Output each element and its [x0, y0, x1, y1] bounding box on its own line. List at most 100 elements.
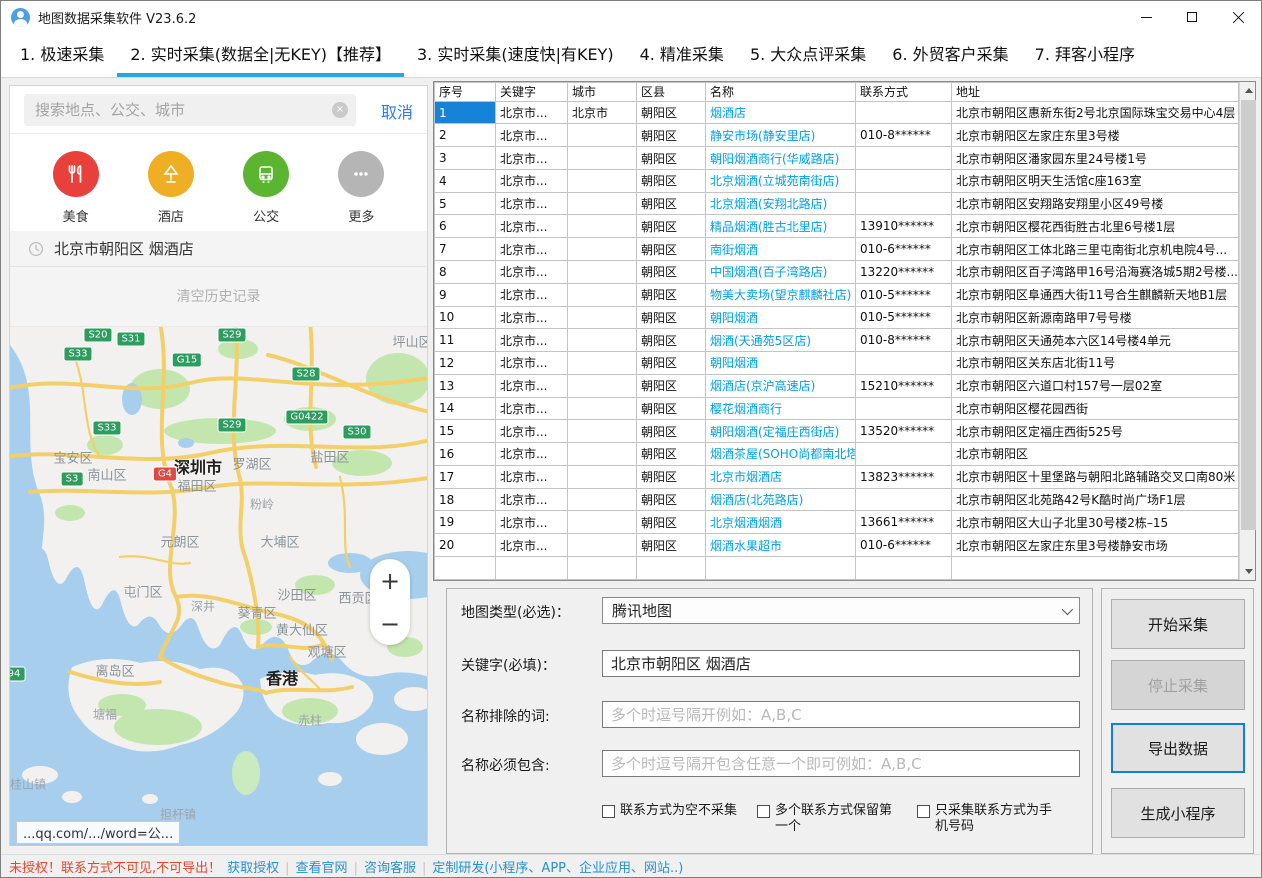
cell-seq[interactable]: 5	[435, 192, 496, 215]
cell-seq[interactable]: 9	[435, 283, 496, 306]
cell-seq[interactable]: 6	[435, 215, 496, 238]
cell-seq[interactable]: 11	[435, 329, 496, 352]
tab-4[interactable]: 4. 精准采集	[627, 36, 737, 77]
cell-keyword[interactable]: 北京市...	[496, 534, 568, 557]
clear-search-icon[interactable]: ×	[332, 102, 348, 118]
table-row[interactable]: 20北京市...朝阳区烟酒水果超市010-6******北京市朝阳区左家庄东里3…	[435, 534, 1239, 557]
cell-phone[interactable]: 010-5******	[856, 306, 952, 329]
cell-keyword[interactable]: 北京市...	[496, 488, 568, 511]
checkbox-keep-first-contact[interactable]: 多个联系方式保留第一个	[757, 803, 897, 835]
cell-city[interactable]	[568, 352, 637, 375]
cell-address[interactable]: 北京市朝阳区樱花西街胜古北里6号楼1层	[952, 215, 1239, 238]
cell-seq[interactable]: 4	[435, 169, 496, 192]
cell-keyword[interactable]: 北京市...	[496, 443, 568, 466]
cell-district[interactable]: 朝阳区	[637, 192, 706, 215]
cell-district[interactable]: 朝阳区	[637, 260, 706, 283]
scroll-down-icon[interactable]	[1240, 563, 1257, 580]
generate-miniprogram-button[interactable]: 生成小程序	[1111, 788, 1245, 838]
cell-address[interactable]: 北京市朝阳区	[952, 443, 1239, 466]
cell-phone[interactable]: 13661******	[856, 511, 952, 534]
cell-name[interactable]: 烟酒茶屋(SOHO尚都南北塔)	[706, 443, 856, 466]
exclude-input[interactable]	[602, 701, 1080, 728]
tab-7[interactable]: 7. 拜客小程序	[1022, 36, 1148, 77]
cell-city[interactable]	[568, 283, 637, 306]
cell-district[interactable]: 朝阳区	[637, 238, 706, 261]
category-hotel[interactable]: 酒店	[141, 151, 201, 225]
table-row[interactable]: 8北京市...朝阳区中国烟酒(百子湾路店)13220******北京市朝阳区百子…	[435, 260, 1239, 283]
column-header[interactable]: 联系方式	[856, 83, 952, 102]
status-link-4[interactable]: 定制研发(小程序、APP、企业应用、网站..)	[432, 861, 683, 876]
cell-phone[interactable]	[856, 147, 952, 170]
cell-district[interactable]: 朝阳区	[637, 397, 706, 420]
cell-phone[interactable]: 13220******	[856, 260, 952, 283]
column-header[interactable]: 区县	[637, 83, 706, 102]
cell-district[interactable]: 朝阳区	[637, 488, 706, 511]
tab-2[interactable]: 2. 实时采集(数据全|无KEY)【推荐】	[117, 36, 404, 77]
status-link-3[interactable]: 咨询客服	[364, 861, 416, 876]
checkbox-skip-empty-contact[interactable]: 联系方式为空不采集	[602, 803, 737, 835]
cell-name[interactable]: 精品烟酒(胜古北里店)	[706, 215, 856, 238]
table-row[interactable]: 3北京市...朝阳区朝阳烟酒商行(华威路店)北京市朝阳区潘家园东里24号楼1号	[435, 147, 1239, 170]
cell-district[interactable]: 朝阳区	[637, 443, 706, 466]
cell-city[interactable]	[568, 238, 637, 261]
scrollbar-thumb[interactable]	[1241, 100, 1256, 530]
cell-keyword[interactable]: 北京市...	[496, 352, 568, 375]
column-header[interactable]: 序号	[435, 83, 496, 102]
cell-phone[interactable]: 13910******	[856, 215, 952, 238]
tab-3[interactable]: 3. 实时采集(速度快|有KEY)	[404, 36, 627, 77]
minimize-button[interactable]	[1123, 1, 1169, 33]
cell-name[interactable]: 朝阳烟酒(定福庄西街店)	[706, 420, 856, 443]
cell-address[interactable]: 北京市朝阳区惠新东街2号北京国际珠宝交易中心4层	[952, 101, 1239, 124]
cell-keyword[interactable]: 北京市...	[496, 101, 568, 124]
cell-city[interactable]	[568, 215, 637, 238]
table-row[interactable]: 1北京市...北京市朝阳区烟酒店北京市朝阳区惠新东街2号北京国际珠宝交易中心4层	[435, 101, 1239, 124]
cancel-search-link[interactable]: 取消	[381, 99, 413, 123]
table-row[interactable]: 4北京市...朝阳区北京烟酒(立城苑南街店)北京市朝阳区明天生活馆c座163室	[435, 169, 1239, 192]
start-collect-button[interactable]: 开始采集	[1111, 599, 1245, 649]
category-food[interactable]: 美食	[46, 151, 106, 225]
cell-district[interactable]: 朝阳区	[637, 534, 706, 557]
cell-district[interactable]: 朝阳区	[637, 420, 706, 443]
cell-address[interactable]: 北京市朝阳区北苑路42号K酷时尚广场F1层	[952, 488, 1239, 511]
cell-city[interactable]	[568, 374, 637, 397]
cell-seq[interactable]: 20	[435, 534, 496, 557]
table-row[interactable]: 15北京市...朝阳区朝阳烟酒(定福庄西街店)13520******北京市朝阳区…	[435, 420, 1239, 443]
cell-city[interactable]	[568, 306, 637, 329]
cell-keyword[interactable]: 北京市...	[496, 124, 568, 147]
cell-keyword[interactable]: 北京市...	[496, 192, 568, 215]
table-row[interactable]: 16北京市...朝阳区烟酒茶屋(SOHO尚都南北塔)北京市朝阳区	[435, 443, 1239, 466]
cell-district[interactable]: 朝阳区	[637, 101, 706, 124]
cell-name[interactable]: 烟酒店(京沪高速店)	[706, 374, 856, 397]
cell-seq[interactable]: 8	[435, 260, 496, 283]
cell-district[interactable]: 朝阳区	[637, 124, 706, 147]
column-header[interactable]: 地址	[952, 83, 1239, 102]
status-link-2[interactable]: 查看官网	[296, 861, 348, 876]
cell-keyword[interactable]: 北京市...	[496, 260, 568, 283]
cell-city[interactable]	[568, 443, 637, 466]
tab-5[interactable]: 5. 大众点评采集	[737, 36, 879, 77]
cell-seq[interactable]: 12	[435, 352, 496, 375]
search-input[interactable]	[24, 94, 356, 126]
cell-address[interactable]: 北京市朝阳区左家庄东里3号楼静安市场	[952, 534, 1239, 557]
cell-city[interactable]	[568, 124, 637, 147]
cell-district[interactable]: 朝阳区	[637, 465, 706, 488]
cell-phone[interactable]	[856, 443, 952, 466]
cell-city[interactable]	[568, 420, 637, 443]
table-row[interactable]: 5北京市...朝阳区北京烟酒(安翔北路店)北京市朝阳区安翔路安翔里小区49号楼	[435, 192, 1239, 215]
cell-name[interactable]: 南街烟酒	[706, 238, 856, 261]
cell-address[interactable]: 北京市朝阳区樱花园西街	[952, 397, 1239, 420]
cell-seq[interactable]: 18	[435, 488, 496, 511]
cell-district[interactable]: 朝阳区	[637, 352, 706, 375]
stop-collect-button[interactable]: 停止采集	[1111, 660, 1245, 710]
table-row[interactable]: 7北京市...朝阳区南街烟酒010-6******北京市朝阳区工体北路三里屯南街…	[435, 238, 1239, 261]
cell-phone[interactable]	[856, 352, 952, 375]
scroll-up-icon[interactable]	[1240, 82, 1257, 99]
cell-name[interactable]: 北京烟酒烟酒	[706, 511, 856, 534]
cell-name[interactable]: 物美大卖场(望京麒麟社店)	[706, 283, 856, 306]
cell-keyword[interactable]: 北京市...	[496, 397, 568, 420]
table-row[interactable]: 18北京市...朝阳区烟酒店(北苑路店)北京市朝阳区北苑路42号K酷时尚广场F1…	[435, 488, 1239, 511]
cell-keyword[interactable]: 北京市...	[496, 283, 568, 306]
cell-address[interactable]: 北京市朝阳区新源南路甲7号号楼	[952, 306, 1239, 329]
cell-seq[interactable]: 3	[435, 147, 496, 170]
cell-name[interactable]: 北京市烟酒店	[706, 465, 856, 488]
